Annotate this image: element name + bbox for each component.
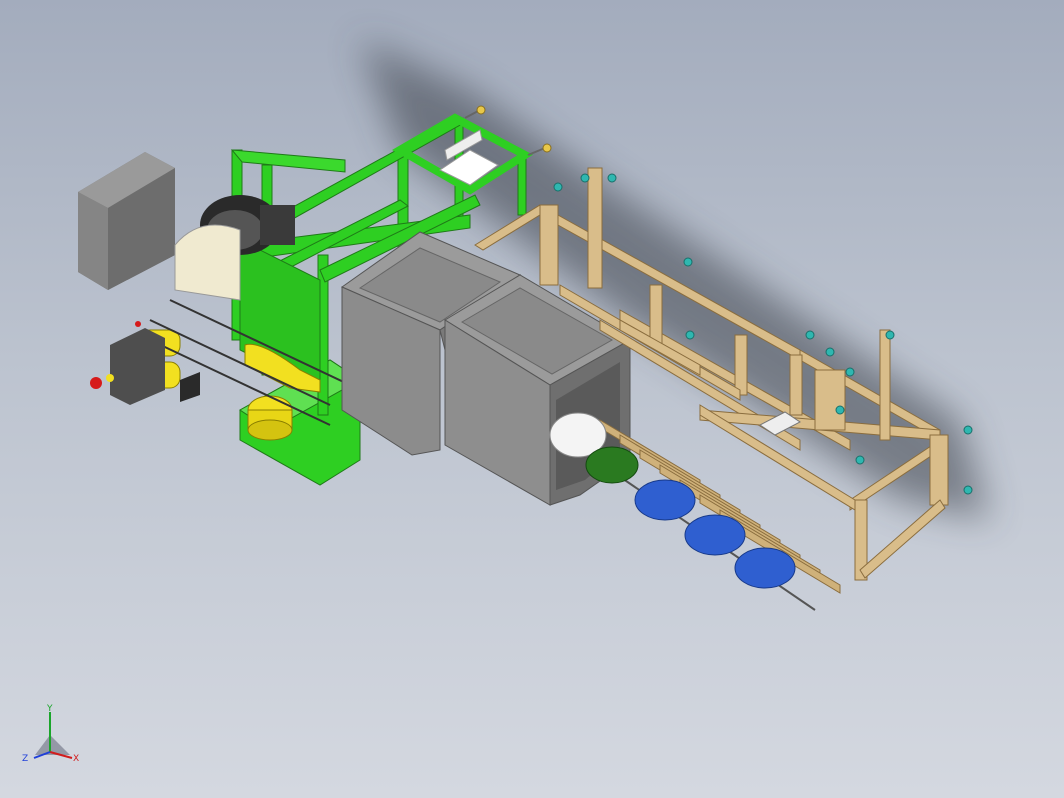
yellow-indicator: [106, 374, 114, 382]
y-axis-label: Y: [46, 704, 53, 714]
control-box[interactable]: [78, 152, 175, 290]
coils[interactable]: [549, 412, 796, 589]
red-indicator: [135, 321, 141, 327]
3d-viewport[interactable]: Y X Z: [0, 0, 1064, 798]
x-axis-label: X: [73, 754, 79, 764]
cad-model-scene[interactable]: Y X Z: [0, 0, 1064, 798]
operator-panel[interactable]: [90, 321, 200, 405]
z-axis-label: Z: [22, 754, 28, 764]
view-triad[interactable]: Y X Z: [22, 704, 79, 764]
emergency-stop-button[interactable]: [90, 377, 102, 389]
